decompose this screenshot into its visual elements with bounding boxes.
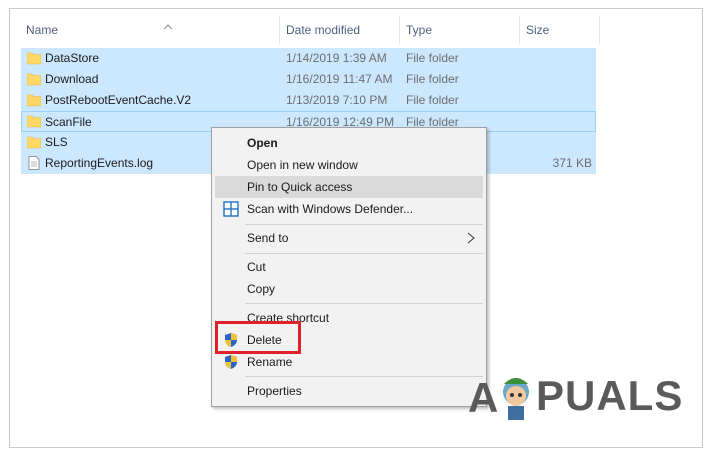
svg-text:A: A xyxy=(468,374,498,421)
column-header: Name Date modified Type Size xyxy=(20,16,600,44)
text-file-icon xyxy=(28,156,40,170)
column-name[interactable]: Name xyxy=(20,16,58,44)
menu-separator xyxy=(245,376,483,377)
file-name: PostRebootEventCache.V2 xyxy=(45,93,192,107)
file-row[interactable]: Download 1/16/2019 11:47 AM File folder xyxy=(21,69,596,90)
file-name: SLS xyxy=(45,135,68,149)
file-name: Download xyxy=(45,72,99,86)
file-type: File folder xyxy=(406,51,459,65)
menu-item-send-to[interactable]: Send to xyxy=(215,227,483,249)
highlight-box xyxy=(215,321,301,354)
windows-defender-icon xyxy=(223,201,239,217)
file-type: File folder xyxy=(406,93,459,107)
menu-item-rename[interactable]: Rename xyxy=(215,351,483,373)
file-type: File folder xyxy=(406,72,459,86)
file-size: 371 KB xyxy=(552,156,592,170)
file-date: 1/16/2019 11:47 AM xyxy=(286,72,393,86)
column-date-modified[interactable]: Date modified xyxy=(280,16,360,44)
file-name: ScanFile xyxy=(45,115,92,129)
menu-item-properties[interactable]: Properties xyxy=(215,380,483,402)
file-row[interactable]: DataStore 1/14/2019 1:39 AM File folder xyxy=(21,48,596,69)
folder-icon xyxy=(27,52,41,65)
menu-item-cut[interactable]: Cut xyxy=(215,256,483,278)
uac-shield-icon xyxy=(225,355,237,369)
file-date: 1/14/2019 1:39 AM xyxy=(286,51,387,65)
watermark-logo: A PUALS xyxy=(468,370,682,422)
folder-icon xyxy=(27,94,41,107)
watermark-text: PUALS xyxy=(536,372,684,419)
folder-icon xyxy=(27,115,41,128)
chevron-right-icon xyxy=(467,232,475,244)
file-date: 1/13/2019 7:10 PM xyxy=(286,93,388,107)
folder-icon xyxy=(27,136,41,149)
menu-separator xyxy=(245,253,483,254)
menu-item-scan-defender[interactable]: Scan with Windows Defender... xyxy=(215,198,483,220)
menu-item-open-new-window[interactable]: Open in new window xyxy=(215,154,483,176)
file-row[interactable]: PostRebootEventCache.V2 1/13/2019 7:10 P… xyxy=(21,90,596,111)
menu-item-open[interactable]: Open xyxy=(215,132,483,154)
file-name: DataStore xyxy=(45,51,100,65)
column-size[interactable]: Size xyxy=(520,16,549,44)
file-name: ReportingEvents.log xyxy=(45,156,154,170)
menu-item-copy[interactable]: Copy xyxy=(215,278,483,300)
menu-separator xyxy=(245,224,483,225)
column-type[interactable]: Type xyxy=(400,16,432,44)
menu-separator xyxy=(245,303,483,304)
context-menu: Open Open in new window Pin to Quick acc… xyxy=(211,127,487,407)
folder-icon xyxy=(27,73,41,86)
menu-item-pin-quick-access[interactable]: Pin to Quick access xyxy=(215,176,483,198)
sort-ascending-icon[interactable] xyxy=(163,24,173,30)
